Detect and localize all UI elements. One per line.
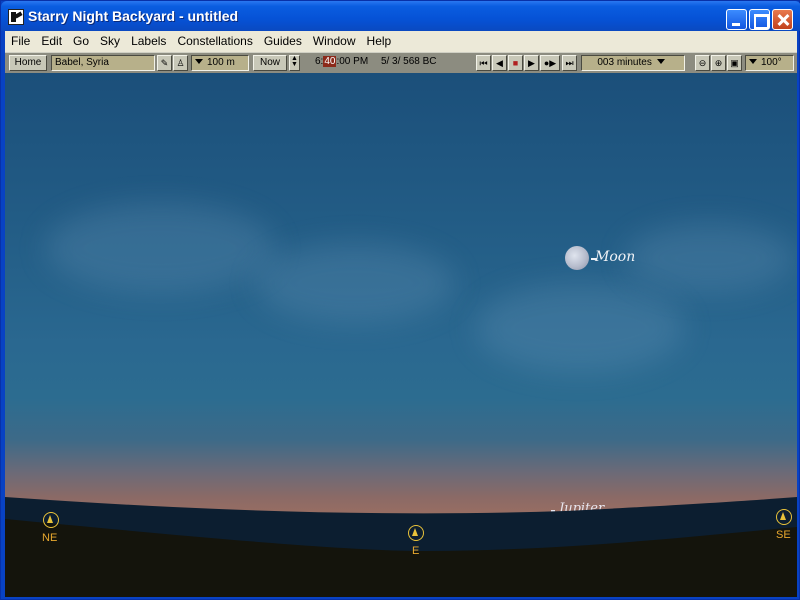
app-window: Starry Night Backyard - untitled File Ed… (0, 0, 800, 600)
menu-help[interactable]: Help (361, 31, 397, 52)
elevation-value: 100 m (207, 57, 235, 68)
time-rest: :00 PM (336, 56, 369, 67)
compass-marker-se-icon (776, 509, 792, 525)
time-date-field[interactable]: 6:40:00 PM 5/ 3/ 568 BC (305, 55, 475, 71)
stop-icon[interactable]: ■ (508, 55, 523, 71)
compass-marker-ne-icon (43, 512, 59, 528)
close-button[interactable] (772, 9, 793, 30)
zoom-value: 100° (761, 57, 782, 68)
zoom-in-icon[interactable]: ⊕ (711, 55, 726, 71)
sky-view[interactable]: Moon Jupiter NE E SE (5, 73, 797, 597)
menu-sky[interactable]: Sky (94, 31, 125, 52)
zoom-out-icon[interactable]: ⊖ (695, 55, 710, 71)
chevron-down-icon (195, 59, 203, 64)
menu-constellations[interactable]: Constellations (171, 31, 257, 52)
date-value: 5/ 3/ 568 BC (380, 56, 437, 67)
compass-marker-e-icon (408, 525, 424, 541)
observer-icon[interactable]: ♙ (173, 55, 188, 71)
reverse-play-icon[interactable]: ◀ (492, 55, 507, 71)
zoom-dropdown[interactable]: 100° (745, 55, 794, 71)
control-toolbar: Home Babel, Syria ✎ ♙ 100 m Now ▲ ▼ 6:40:… (5, 52, 797, 73)
chevron-down-icon (656, 59, 665, 64)
time-stepper-icon[interactable]: ▲ ▼ (289, 55, 300, 71)
app-icon[interactable] (8, 9, 24, 25)
horizon-ground (5, 497, 797, 597)
menu-file[interactable]: File (5, 31, 35, 52)
chevron-down-icon (749, 59, 757, 64)
location-lock-icon[interactable]: ✎ (157, 55, 172, 71)
zoom-fit-icon[interactable]: ▣ (727, 55, 742, 71)
play-icon[interactable]: ▶ (524, 55, 539, 71)
elevation-dropdown[interactable]: 100 m (191, 55, 249, 71)
menu-window[interactable]: Window (307, 31, 361, 52)
time-step-dropdown[interactable]: 003 minutes (581, 55, 685, 71)
time-minute[interactable]: 40 (323, 56, 337, 67)
step-forward-icon[interactable]: ⏭ (562, 55, 577, 71)
menu-guides[interactable]: Guides (258, 31, 307, 52)
compass-label-e: E (412, 545, 420, 557)
location-field[interactable]: Babel, Syria (51, 55, 155, 71)
time-step-value: 003 minutes (597, 57, 652, 68)
step-back-icon[interactable]: ⏮ (476, 55, 491, 71)
compass-label-se: SE (776, 529, 791, 541)
home-button[interactable]: Home (9, 55, 47, 71)
menu-go[interactable]: Go (67, 31, 94, 52)
maximize-button[interactable] (749, 9, 770, 30)
menu-edit[interactable]: Edit (35, 31, 67, 52)
now-button[interactable]: Now (253, 55, 287, 71)
menu-labels[interactable]: Labels (125, 31, 171, 52)
compass-label-ne: NE (42, 532, 58, 544)
minimize-button[interactable] (726, 9, 747, 30)
window-title: Starry Night Backyard - untitled (28, 8, 239, 24)
title-bar[interactable]: Starry Night Backyard - untitled (1, 1, 800, 31)
fast-forward-icon[interactable]: ●▶ (540, 55, 560, 71)
menu-bar: File Edit Go Sky Labels Constellations G… (5, 31, 797, 52)
